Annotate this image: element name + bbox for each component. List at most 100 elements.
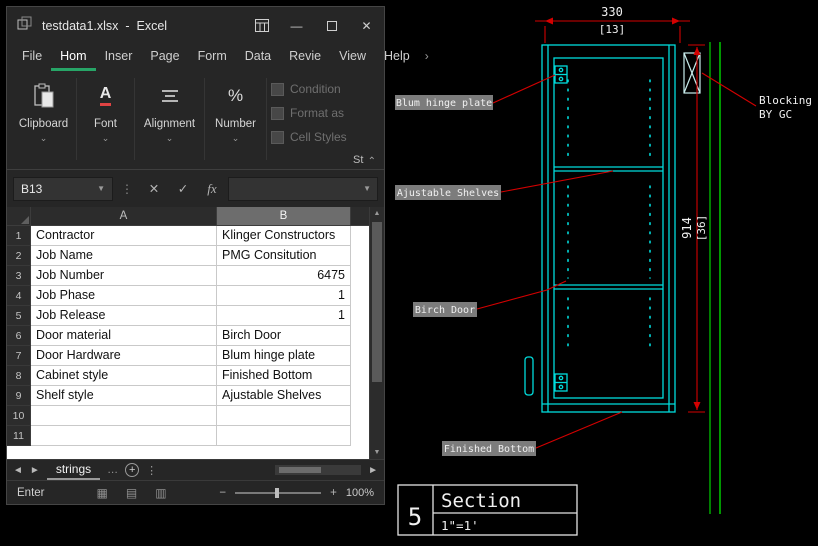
- cell[interactable]: [31, 406, 217, 426]
- collapse-ribbon-icon[interactable]: ⌃: [368, 156, 376, 167]
- cell[interactable]: [351, 306, 369, 326]
- cell[interactable]: Door material: [31, 326, 217, 346]
- ribbon-group-number[interactable]: % Number ⌄: [205, 78, 267, 160]
- excel-window: testdata1.xlsx - Excel — ✕ File Hom Inse…: [6, 6, 429, 505]
- cell[interactable]: 1: [217, 286, 351, 306]
- horizontal-scrollbar[interactable]: [275, 465, 362, 475]
- ribbon-group-font[interactable]: A Font ⌄: [77, 78, 135, 160]
- cell[interactable]: Door Hardware: [31, 346, 217, 366]
- cell[interactable]: Ajustable Shelves: [217, 386, 351, 406]
- cell[interactable]: [351, 346, 369, 366]
- tab-view[interactable]: View: [330, 44, 375, 71]
- row-header[interactable]: 8: [7, 366, 31, 386]
- cell[interactable]: [351, 406, 369, 426]
- formula-input[interactable]: ▼: [228, 176, 378, 201]
- tab-home[interactable]: Hom: [51, 44, 96, 71]
- row-header[interactable]: 11: [7, 426, 31, 446]
- svg-text:[36]: [36]: [695, 215, 708, 242]
- cell[interactable]: [217, 426, 351, 446]
- insert-function-button[interactable]: fx: [199, 181, 225, 197]
- row-header[interactable]: 6: [7, 326, 31, 346]
- ribbon: Clipboard ⌄ A Font ⌄ Alignment ⌄ % Numbe…: [7, 71, 384, 170]
- conditional-formatting-button[interactable]: Condition: [271, 82, 347, 96]
- cell[interactable]: Contractor: [31, 226, 217, 246]
- normal-view-icon[interactable]: ▦: [97, 486, 108, 500]
- ribbon-group-clipboard[interactable]: Clipboard ⌄: [11, 78, 77, 160]
- page-break-view-icon[interactable]: ▥: [155, 486, 166, 500]
- cell[interactable]: [351, 366, 369, 386]
- cell[interactable]: Finished Bottom: [217, 366, 351, 386]
- row-header[interactable]: 1: [7, 226, 31, 246]
- cell[interactable]: [31, 426, 217, 446]
- cell[interactable]: Job Name: [31, 246, 217, 266]
- tab-file[interactable]: File: [13, 44, 51, 71]
- tab-options-icon[interactable]: ⋮: [146, 464, 157, 477]
- cell[interactable]: [351, 226, 369, 246]
- close-button[interactable]: ✕: [349, 7, 384, 44]
- cancel-entry-button[interactable]: ✕: [141, 181, 167, 196]
- tab-formulas[interactable]: Form: [189, 44, 236, 71]
- tab-insert[interactable]: Inser: [96, 44, 142, 71]
- scrollbar-thumb[interactable]: [279, 467, 322, 473]
- row-header[interactable]: 2: [7, 246, 31, 266]
- cell[interactable]: [351, 266, 369, 286]
- cell[interactable]: Shelf style: [31, 386, 217, 406]
- cell[interactable]: Birch Door: [217, 326, 351, 346]
- drag-handle-icon[interactable]: ⋮: [116, 182, 138, 196]
- cell[interactable]: 6475: [217, 266, 351, 286]
- tab-data[interactable]: Data: [236, 44, 280, 71]
- scrollbar-thumb[interactable]: [372, 222, 382, 382]
- format-as-table-button[interactable]: Format as: [271, 106, 347, 120]
- titlebar[interactable]: testdata1.xlsx - Excel — ✕: [7, 7, 384, 44]
- cell-styles-button[interactable]: Cell Styles: [271, 130, 347, 144]
- cell[interactable]: Job Phase: [31, 286, 217, 306]
- row-header[interactable]: 10: [7, 406, 31, 426]
- add-sheet-icon[interactable]: +: [125, 463, 140, 477]
- scroll-down-icon[interactable]: ▼: [370, 449, 384, 456]
- name-box[interactable]: B13 ▼: [13, 176, 113, 201]
- select-all-corner[interactable]: [7, 207, 31, 226]
- tab-review[interactable]: Revie: [280, 44, 330, 71]
- column-header-b[interactable]: B: [217, 207, 351, 226]
- cell[interactable]: Job Release: [31, 306, 217, 326]
- minimize-button[interactable]: —: [279, 7, 314, 44]
- height-dimension: 914 [36]: [680, 44, 708, 413]
- page-layout-view-icon[interactable]: ▤: [126, 486, 137, 500]
- cell[interactable]: [351, 326, 369, 346]
- cell[interactable]: Klinger Constructors: [217, 226, 351, 246]
- more-sheets-icon[interactable]: …: [107, 464, 118, 476]
- ribbon-group-alignment[interactable]: Alignment ⌄: [135, 78, 205, 160]
- cell[interactable]: Job Number: [31, 266, 217, 286]
- cell[interactable]: PMG Consitution: [217, 246, 351, 266]
- sheet-prev-icon[interactable]: ◄: [13, 465, 23, 476]
- cell[interactable]: [351, 386, 369, 406]
- vertical-scrollbar[interactable]: ▲ ▼: [369, 207, 384, 459]
- zoom-slider-thumb[interactable]: [275, 487, 280, 498]
- cell[interactable]: [217, 406, 351, 426]
- cell[interactable]: [351, 246, 369, 266]
- zoom-slider[interactable]: [235, 487, 322, 498]
- zoom-in-icon[interactable]: +: [330, 487, 337, 499]
- scroll-up-icon[interactable]: ▲: [370, 210, 384, 217]
- cell[interactable]: Blum hinge plate: [217, 346, 351, 366]
- scroll-right-icon[interactable]: ►: [368, 465, 378, 476]
- confirm-entry-button[interactable]: ✓: [170, 181, 196, 196]
- table-view-icon[interactable]: [244, 7, 279, 44]
- row-header[interactable]: 5: [7, 306, 31, 326]
- row-header[interactable]: 7: [7, 346, 31, 366]
- group-label: Number: [215, 118, 256, 130]
- maximize-button[interactable]: [314, 7, 349, 44]
- row-header[interactable]: 3: [7, 266, 31, 286]
- column-header-a[interactable]: A: [31, 207, 217, 226]
- cell[interactable]: Cabinet style: [31, 366, 217, 386]
- row-header[interactable]: 9: [7, 386, 31, 406]
- wall-lines: [709, 42, 721, 514]
- cell[interactable]: [351, 286, 369, 306]
- cell[interactable]: [351, 426, 369, 446]
- sheet-next-icon[interactable]: ►: [30, 465, 40, 476]
- cell[interactable]: 1: [217, 306, 351, 326]
- tab-page-layout[interactable]: Page: [141, 44, 188, 71]
- zoom-out-icon[interactable]: −: [219, 487, 226, 499]
- sheet-tab-strings[interactable]: strings: [46, 460, 101, 480]
- row-header[interactable]: 4: [7, 286, 31, 306]
